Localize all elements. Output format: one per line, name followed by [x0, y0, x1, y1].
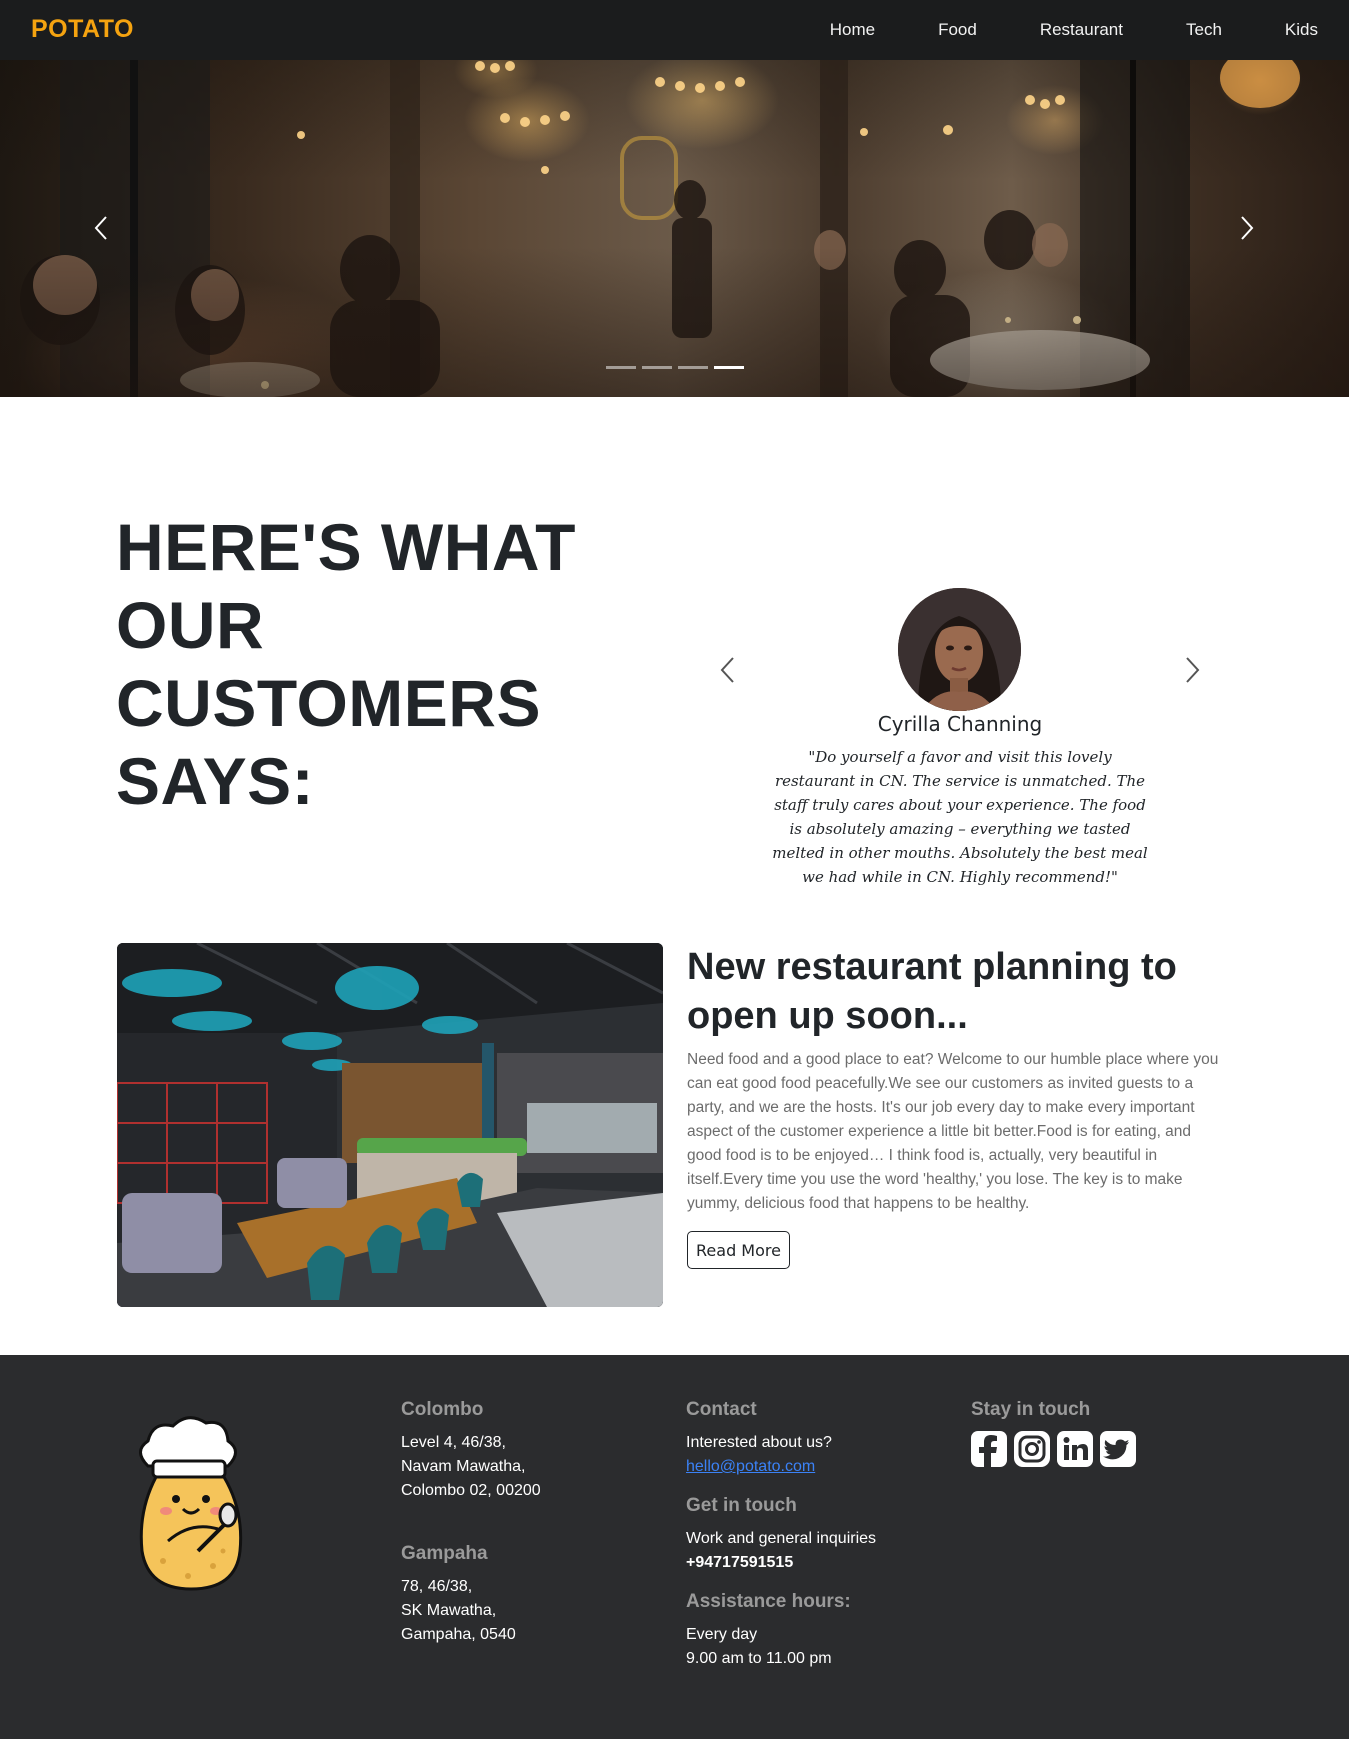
twitter-icon[interactable] — [1100, 1431, 1136, 1467]
address-line: 78, 46/38, — [401, 1578, 473, 1595]
colombo-heading: Colombo — [401, 1399, 484, 1420]
footer-contact: Contact Interested about us? hello@potat… — [686, 1399, 876, 1671]
footer: Colombo Level 4, 46/38, Navam Mawatha, C… — [0, 1355, 1349, 1739]
chevron-left-icon — [720, 657, 734, 683]
testimonial-next-button[interactable] — [1177, 654, 1207, 686]
hero-image — [20, 60, 1300, 397]
footer-social: Stay in touch — [971, 1399, 1143, 1467]
hero-next-button[interactable] — [1228, 210, 1264, 246]
carousel-indicator[interactable] — [642, 366, 672, 369]
heading-line: HERE'S WHAT — [116, 510, 576, 584]
assistance-heading: Assistance hours: — [686, 1591, 851, 1612]
restaurant-image — [117, 943, 663, 1307]
carousel-indicators — [606, 366, 750, 369]
customer-name: Cyrilla Channing — [877, 712, 1043, 736]
social-heading: Stay in touch — [971, 1399, 1091, 1420]
assistance-line: 9.00 am to 11.00 pm — [686, 1650, 832, 1667]
assistance-line: Every day — [686, 1626, 758, 1643]
nav-links: Home Food Restaurant Tech Kids — [830, 0, 1318, 60]
facebook-icon[interactable] — [971, 1431, 1007, 1467]
chevron-right-icon — [1186, 657, 1200, 683]
feature-title: New restaurant planning to open up soon.… — [687, 946, 1177, 1037]
customer-avatar — [898, 588, 1021, 711]
testimonials-heading: HERE'S WHAT OUR CUSTOMERS SAYS: — [116, 508, 676, 820]
nav-link-home[interactable]: Home — [830, 20, 875, 40]
nav-link-tech[interactable]: Tech — [1186, 20, 1222, 40]
linkedin-icon[interactable] — [1057, 1431, 1093, 1467]
footer-colombo: Colombo Level 4, 46/38, Navam Mawatha, C… — [401, 1399, 541, 1503]
address-line: Gampaha, 0540 — [401, 1626, 516, 1643]
nav-link-kids[interactable]: Kids — [1285, 20, 1318, 40]
read-more-button[interactable]: Read More — [687, 1231, 790, 1269]
hero-prev-button[interactable] — [84, 210, 120, 246]
carousel-indicator-active[interactable] — [714, 366, 744, 369]
contact-heading: Contact — [686, 1399, 757, 1420]
email-link[interactable]: hello@potato.com — [686, 1458, 815, 1475]
contact-line: Interested about us? — [686, 1434, 832, 1451]
get-in-touch-heading: Get in touch — [686, 1495, 797, 1516]
address-line: Colombo 02, 00200 — [401, 1482, 541, 1499]
potato-chef-mascot — [128, 1411, 254, 1591]
carousel-indicator[interactable] — [606, 366, 636, 369]
chevron-left-icon — [94, 216, 107, 240]
navbar: POTATO Home Food Restaurant Tech Kids — [0, 0, 1349, 60]
heading-line: OUR CUSTOMERS — [116, 588, 541, 740]
phone-number[interactable]: +94717591515 — [686, 1551, 876, 1575]
instagram-icon[interactable] — [1014, 1431, 1050, 1467]
nav-link-food[interactable]: Food — [938, 20, 977, 40]
address-line: Navam Mawatha, — [401, 1458, 526, 1475]
brand-logo[interactable]: POTATO — [31, 15, 134, 44]
chevron-right-icon — [1241, 216, 1254, 240]
address-line: Level 4, 46/38, — [401, 1434, 506, 1451]
nav-link-restaurant[interactable]: Restaurant — [1040, 20, 1123, 40]
address-line: SK Mawatha, — [401, 1602, 497, 1619]
gampaha-heading: Gampaha — [401, 1543, 488, 1564]
feature-text: Need food and a good place to eat? Welco… — [687, 1051, 1219, 1212]
hero-carousel — [0, 60, 1349, 397]
footer-gampaha: Gampaha 78, 46/38, SK Mawatha, Gampaha, … — [401, 1543, 516, 1647]
carousel-indicator[interactable] — [678, 366, 708, 369]
testimonial-prev-button[interactable] — [713, 654, 743, 686]
social-icons — [971, 1431, 1143, 1467]
inquiries-line: Work and general inquiries — [686, 1530, 877, 1547]
heading-line: SAYS: — [116, 744, 315, 818]
customer-quote: "Do yourself a favor and visit this love… — [772, 748, 1148, 886]
